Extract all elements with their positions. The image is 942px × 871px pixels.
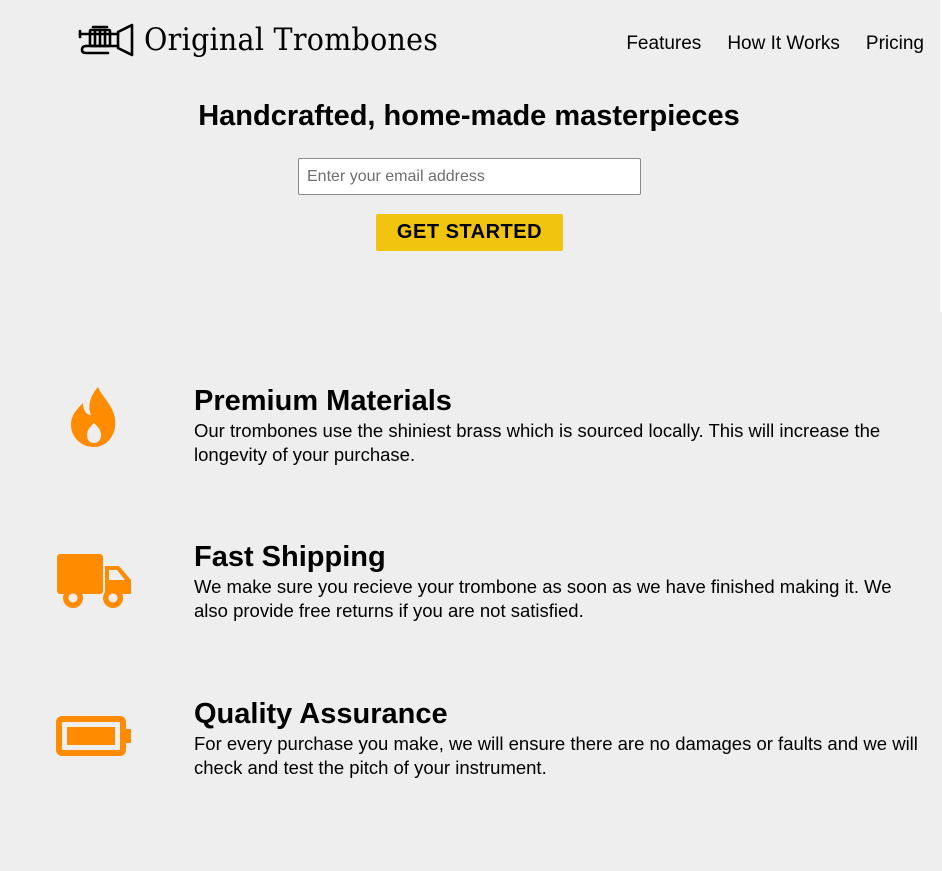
feature-icon-wrapper bbox=[54, 698, 134, 774]
nav-link-features[interactable]: Features bbox=[626, 31, 701, 57]
get-started-button[interactable]: GET STARTED bbox=[376, 214, 563, 251]
nav-link-how-it-works[interactable]: How It Works bbox=[727, 31, 840, 57]
nav-link-pricing[interactable]: Pricing bbox=[866, 31, 924, 57]
feature-quality-assurance: Quality Assurance For every purchase you… bbox=[0, 698, 942, 798]
trombone-icon bbox=[78, 23, 134, 57]
fire-icon bbox=[71, 387, 116, 447]
feature-fast-shipping: Fast Shipping We make sure you recieve y… bbox=[0, 541, 942, 641]
brand-link[interactable]: Original Trombones bbox=[78, 22, 464, 58]
truck-icon bbox=[57, 554, 131, 608]
feature-premium-materials: Premium Materials Our trombones use the … bbox=[0, 385, 942, 485]
feature-title: Fast Shipping bbox=[194, 541, 386, 573]
feature-title: Quality Assurance bbox=[194, 698, 448, 730]
brand-name: Original Trombones bbox=[144, 22, 439, 58]
feature-description: For every purchase you make, we will ens… bbox=[194, 733, 918, 778]
hero-title: Handcrafted, home-made masterpieces bbox=[198, 100, 740, 132]
battery-icon bbox=[56, 716, 131, 756]
feature-icon-wrapper bbox=[54, 541, 134, 617]
main-nav: Features How It Works Pricing bbox=[626, 31, 924, 57]
feature-title: Premium Materials bbox=[194, 385, 452, 417]
feature-description: Our trombones use the shiniest brass whi… bbox=[194, 420, 881, 465]
email-input[interactable] bbox=[298, 158, 641, 195]
feature-description: We make sure you recieve your trombone a… bbox=[194, 576, 892, 621]
feature-icon-wrapper bbox=[54, 379, 134, 455]
site-header: Original Trombones Features How It Works… bbox=[0, 0, 942, 80]
